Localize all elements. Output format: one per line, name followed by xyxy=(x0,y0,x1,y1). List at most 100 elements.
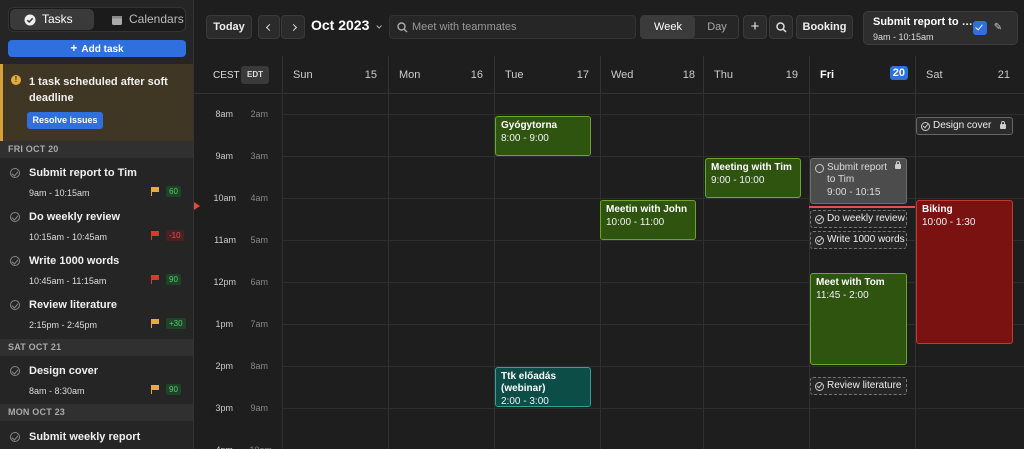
task-time: 8am - 8:30am xyxy=(29,386,85,396)
calendar-event[interactable]: Biking 10:00 - 1:30 xyxy=(916,200,1013,344)
day-number: 21 xyxy=(997,69,1010,81)
next-week-button[interactable] xyxy=(281,15,305,39)
task-item[interactable]: Submit report to Tim 9am - 10:15am 60 xyxy=(0,160,193,204)
scheduled-task-chip[interactable]: Do weekly review xyxy=(810,210,907,228)
event-title: Submit report to Tim xyxy=(827,162,888,185)
task-checkbox[interactable] xyxy=(10,366,20,376)
view-week-button[interactable]: Week xyxy=(641,16,695,38)
task-badge: -10 xyxy=(166,230,184,241)
day-header-mon[interactable]: Mon 16 xyxy=(388,56,494,93)
task-item[interactable]: Design cover 8am - 8:30am 90 xyxy=(0,358,193,402)
lock-icon xyxy=(895,161,901,169)
check-icon[interactable] xyxy=(973,21,987,35)
hour-label: 4pm xyxy=(200,445,233,449)
calendar-event[interactable]: Gyógytorna 8:00 - 9:00 xyxy=(495,116,591,156)
task-item[interactable]: Do weekly review 10:15am - 10:45am -10 xyxy=(0,204,193,248)
check-circle-icon xyxy=(24,14,36,26)
check-circle-icon xyxy=(815,164,824,173)
day-header-thu[interactable]: Thu 19 xyxy=(703,56,809,93)
check-circle-icon xyxy=(921,122,930,131)
day-column-divider xyxy=(282,93,283,449)
calendar-icon xyxy=(112,15,122,25)
chevron-down-icon xyxy=(376,23,383,29)
booking-button[interactable]: Booking xyxy=(796,15,853,39)
task-title: Write 1000 words xyxy=(29,255,120,267)
up-next-card[interactable]: Submit report to Tim 9am - 10:15am ✎ xyxy=(863,11,1018,45)
calendar-event[interactable]: Meetin with John 10:00 - 11:00 xyxy=(600,200,696,240)
calendar-event[interactable]: Meeting with Tim 9:00 - 10:00 xyxy=(705,158,801,198)
task-checkbox[interactable] xyxy=(10,432,20,442)
hour-label-secondary: 5am xyxy=(250,235,268,245)
day-header-sun[interactable]: Sun 15 xyxy=(282,56,388,93)
task-checkbox[interactable] xyxy=(10,212,20,222)
hour-label-secondary: 6am xyxy=(250,277,268,287)
day-header-sat[interactable]: Sat 21 xyxy=(915,56,1021,93)
flag-icon xyxy=(151,187,159,196)
task-item[interactable]: Write 1000 words 10:45am - 11:15am 90 xyxy=(0,248,193,292)
day-column-divider xyxy=(809,93,810,449)
task-checkbox[interactable] xyxy=(10,168,20,178)
view-day-button[interactable]: Day xyxy=(695,16,739,38)
event-time: 10:00 - 11:00 xyxy=(606,217,665,228)
today-button[interactable]: Today xyxy=(206,15,252,39)
search-button[interactable] xyxy=(769,15,793,39)
task-item[interactable]: Review literature 2:15pm - 2:45pm +30 xyxy=(0,292,193,336)
hour-gridline xyxy=(282,282,1024,283)
task-title: Submit report to Tim xyxy=(29,167,137,179)
day-number: 19 xyxy=(785,69,798,81)
day-header-wed[interactable]: Wed 18 xyxy=(600,56,706,93)
hour-gridline xyxy=(282,366,1024,367)
scheduled-task-chip[interactable]: Write 1000 words xyxy=(810,231,907,249)
search-box xyxy=(389,15,636,39)
warning-icon: ! xyxy=(11,75,21,85)
day-name: Sun xyxy=(293,69,313,81)
flag-icon xyxy=(151,275,159,284)
day-name: Fri xyxy=(820,69,835,81)
tab-calendars[interactable]: Calendars xyxy=(97,9,185,30)
scheduled-task-chip[interactable]: Design cover xyxy=(916,117,1013,135)
day-header-tue[interactable]: Tue 17 xyxy=(494,56,600,93)
task-item[interactable]: Submit weekly report xyxy=(0,424,193,449)
add-event-button[interactable]: + xyxy=(743,15,767,39)
task-badge: +30 xyxy=(166,318,186,329)
hour-label-secondary: 2am xyxy=(250,109,268,119)
day-number: 15 xyxy=(364,69,377,81)
chip-label: Do weekly review xyxy=(827,213,905,224)
chip-label: Review literature xyxy=(827,380,902,391)
event-title: Ttk előadás (webinar) xyxy=(501,371,557,394)
scheduled-task-block[interactable]: Submit report to Tim 9:00 - 10:15 xyxy=(810,158,907,204)
task-title: Design cover xyxy=(29,365,99,377)
header-divider xyxy=(194,93,1024,94)
resolve-issues-button[interactable]: Resolve issues xyxy=(27,112,103,129)
timezone-secondary-toggle[interactable]: EDT xyxy=(241,66,269,84)
hour-label: 10am xyxy=(213,193,236,203)
scheduled-task-chip[interactable]: Review literature xyxy=(810,377,907,395)
calendar-event[interactable]: Ttk előadás (webinar) 2:00 - 3:00 xyxy=(495,367,591,407)
month-label: Oct 2023 xyxy=(311,17,370,33)
month-picker[interactable]: Oct 2023 xyxy=(311,17,383,33)
pencil-icon[interactable]: ✎ xyxy=(991,21,1005,35)
task-title: Submit weekly report xyxy=(29,431,141,443)
tab-tasks-label: Tasks xyxy=(42,12,73,26)
add-task-button[interactable]: + Add task xyxy=(8,40,186,57)
task-group-header: MON OCT 23 xyxy=(0,404,193,421)
check-circle-icon xyxy=(815,215,824,224)
calendar-event[interactable]: Meet with Tom 11:45 - 2:00 xyxy=(810,273,907,365)
event-title: Meeting with Tim xyxy=(711,162,792,173)
task-checkbox[interactable] xyxy=(10,256,20,266)
task-time: 10:45am - 11:15am xyxy=(29,276,107,286)
task-checkbox[interactable] xyxy=(10,300,20,310)
hour-label-secondary: 8am xyxy=(250,361,268,371)
day-header-fri[interactable]: Fri 20 xyxy=(809,56,915,93)
hour-gridline xyxy=(282,114,1024,115)
search-input[interactable] xyxy=(412,19,630,35)
hour-gridline xyxy=(282,240,1024,241)
sidebar: Tasks Calendars + Add task ! 1 task sched… xyxy=(0,0,194,449)
prev-week-button[interactable] xyxy=(258,15,280,39)
plus-icon: + xyxy=(750,18,760,35)
day-name: Wed xyxy=(611,69,634,81)
hour-gridline xyxy=(282,156,1024,157)
add-task-label: Add task xyxy=(81,44,124,55)
tab-tasks[interactable]: Tasks xyxy=(10,9,94,30)
day-name: Thu xyxy=(714,69,733,81)
